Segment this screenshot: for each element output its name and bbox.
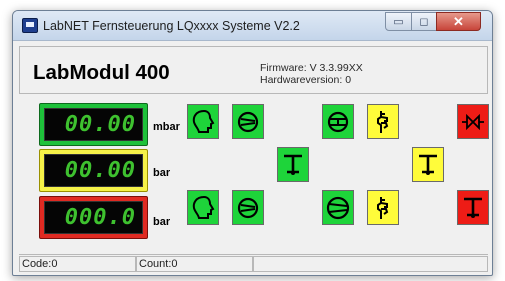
- close-button[interactable]: ✕: [436, 12, 481, 31]
- pump-button-2[interactable]: [232, 190, 264, 225]
- head-icon: [192, 195, 215, 219]
- status-bar: Code:0 Count:0: [19, 254, 488, 272]
- pressure-value-3: 000.0: [44, 201, 143, 234]
- pump-icon: [326, 196, 350, 219]
- module-name: LabModul 400: [33, 61, 170, 84]
- status-code: Code:0: [19, 256, 136, 272]
- t-valve-button-2[interactable]: [412, 147, 444, 182]
- bowtie-valve-button-1[interactable]: [457, 104, 489, 139]
- maximize-icon: ◻: [419, 16, 429, 28]
- t-valve-icon: [284, 154, 302, 175]
- status-count: Count:0: [136, 256, 253, 272]
- manual-valve-button-1[interactable]: [367, 104, 399, 139]
- t-valve-button-3[interactable]: [457, 190, 489, 225]
- pressure-display-2: 00.00: [39, 149, 148, 192]
- pressure-unit-3: bar: [153, 216, 171, 228]
- manual-valve-button-2[interactable]: [367, 190, 399, 225]
- bowtie-valve-icon: [462, 113, 484, 130]
- pump-button-3[interactable]: [322, 190, 354, 225]
- pump-button-1[interactable]: [232, 104, 264, 139]
- app-icon: [22, 18, 38, 33]
- pressure-value-2: 00.00: [44, 154, 143, 187]
- hardware-version: Hardwareversion: 0: [260, 74, 352, 86]
- head-button-1[interactable]: [187, 104, 219, 139]
- close-icon: ✕: [453, 13, 464, 29]
- header-panel: LabModul 400 Firmware: V 3.3.99XX Hardwa…: [19, 46, 488, 94]
- client-area: LabModul 400 Firmware: V 3.3.99XX Hardwa…: [19, 42, 489, 272]
- valve-hand-icon: [377, 110, 389, 133]
- head-button-2[interactable]: [187, 190, 219, 225]
- pump-icon: [237, 111, 259, 132]
- pressure-display-3: 000.0: [39, 196, 148, 239]
- fan-icon: [327, 111, 349, 132]
- pressure-unit-1: mbar: [153, 121, 180, 133]
- minimize-icon: ▭: [393, 16, 404, 28]
- minimize-button[interactable]: ▭: [385, 12, 412, 31]
- maximize-button[interactable]: ◻: [411, 12, 437, 31]
- t-valve-icon: [464, 197, 482, 218]
- t-valve-icon: [419, 154, 437, 175]
- pressure-unit-2: bar: [153, 167, 171, 179]
- title-bar[interactable]: LabNET Fernsteuerung LQxxxx Systeme V2.2…: [13, 11, 492, 41]
- window-title: LabNET Fernsteuerung LQxxxx Systeme V2.2: [43, 19, 300, 33]
- valve-hand-icon: [377, 196, 389, 219]
- pressure-value-1: 00.00: [44, 108, 143, 141]
- head-icon: [192, 109, 215, 133]
- t-valve-button-1[interactable]: [277, 147, 309, 182]
- firmware-info: Firmware: V 3.3.99XX Hardwareversion: 0: [260, 62, 363, 86]
- status-empty-cell: [253, 256, 488, 272]
- fan-button-1[interactable]: [322, 104, 354, 139]
- app-window: LabNET Fernsteuerung LQxxxx Systeme V2.2…: [12, 10, 493, 276]
- pressure-display-1: 00.00: [39, 103, 148, 146]
- firmware-version: Firmware: V 3.3.99XX: [260, 62, 363, 74]
- pump-icon: [237, 197, 259, 218]
